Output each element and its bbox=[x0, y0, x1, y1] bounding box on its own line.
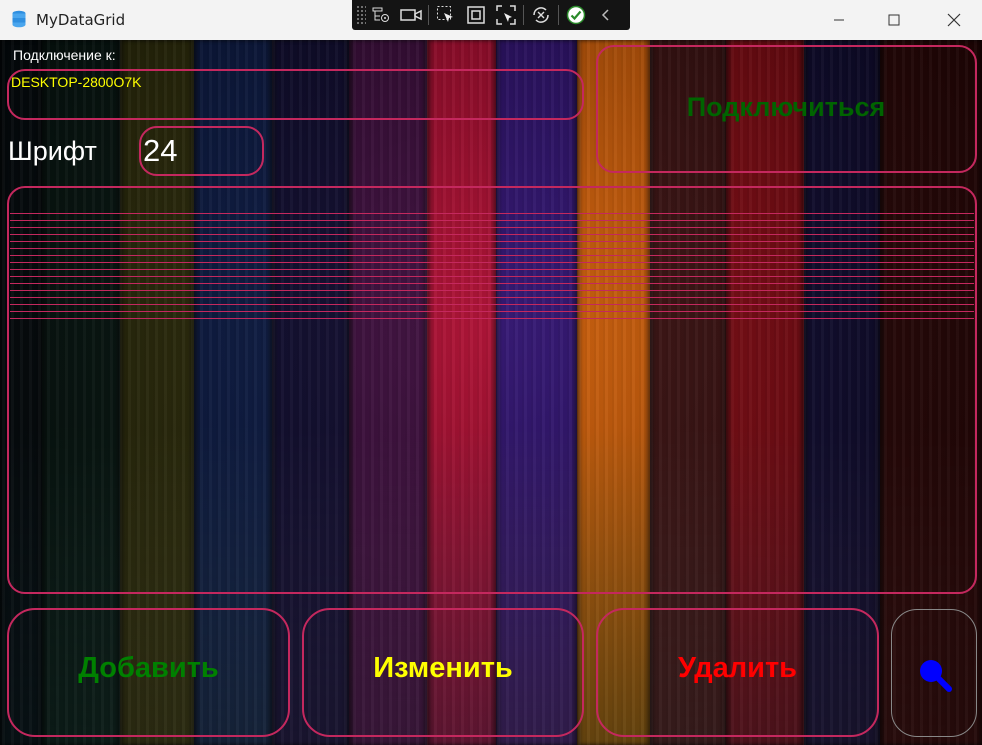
collapse-icon[interactable] bbox=[591, 1, 621, 29]
grid-row[interactable] bbox=[10, 249, 974, 256]
select-element-icon[interactable] bbox=[431, 1, 461, 29]
minimize-button[interactable] bbox=[813, 0, 865, 40]
display-layout-adorners-icon[interactable] bbox=[461, 1, 491, 29]
main-window-content: Подключение к: DESKTOP-2800O7K Подключит… bbox=[0, 40, 982, 745]
grid-row[interactable] bbox=[10, 298, 974, 305]
database-icon bbox=[12, 10, 26, 28]
font-size-label: Шрифт bbox=[8, 136, 97, 166]
grid-row[interactable] bbox=[10, 242, 974, 249]
connect-button-label: Подключиться bbox=[686, 92, 886, 122]
grid-row[interactable] bbox=[10, 228, 974, 235]
maximize-button[interactable] bbox=[868, 0, 920, 40]
grid-row[interactable] bbox=[10, 270, 974, 277]
grid-row[interactable] bbox=[10, 207, 974, 214]
close-button[interactable] bbox=[928, 0, 980, 40]
track-focus-icon[interactable] bbox=[491, 1, 521, 29]
search-button[interactable] bbox=[891, 609, 977, 737]
connection-label: Подключение к: bbox=[13, 47, 116, 63]
data-grid-rows bbox=[10, 207, 974, 319]
grid-row[interactable] bbox=[10, 256, 974, 263]
ghost-tab bbox=[40, 0, 100, 6]
title-bar: MyDataGrid bbox=[0, 0, 982, 41]
xaml-debug-toolbar bbox=[352, 0, 630, 30]
delete-button-label: Удалить bbox=[677, 652, 798, 684]
grid-row[interactable] bbox=[10, 235, 974, 242]
edit-button-label: Изменить bbox=[373, 652, 513, 684]
grid-row[interactable] bbox=[10, 291, 974, 298]
grid-row[interactable] bbox=[10, 263, 974, 270]
minimize-icon bbox=[834, 19, 844, 21]
grid-row[interactable] bbox=[10, 312, 974, 319]
server-value: DESKTOP-2800O7K bbox=[11, 74, 142, 90]
window-title: MyDataGrid bbox=[36, 11, 126, 29]
record-icon[interactable] bbox=[396, 1, 426, 29]
hot-reload-icon[interactable] bbox=[526, 1, 556, 29]
toolbar-separator bbox=[558, 5, 559, 25]
close-icon bbox=[947, 13, 961, 27]
grid-row[interactable] bbox=[10, 305, 974, 312]
maximize-icon bbox=[888, 14, 900, 26]
grid-row[interactable] bbox=[10, 284, 974, 291]
font-size-value: 24 bbox=[143, 133, 178, 168]
grip-icon[interactable] bbox=[356, 5, 366, 25]
search-icon bbox=[920, 660, 952, 692]
grid-row[interactable] bbox=[10, 277, 974, 284]
live-visual-tree-icon[interactable] bbox=[366, 1, 396, 29]
check-icon[interactable] bbox=[561, 1, 591, 29]
grid-row[interactable] bbox=[10, 214, 974, 221]
toolbar-separator bbox=[428, 5, 429, 25]
grid-row[interactable] bbox=[10, 221, 974, 228]
add-button-label: Добавить bbox=[78, 652, 219, 684]
toolbar-separator bbox=[523, 5, 524, 25]
